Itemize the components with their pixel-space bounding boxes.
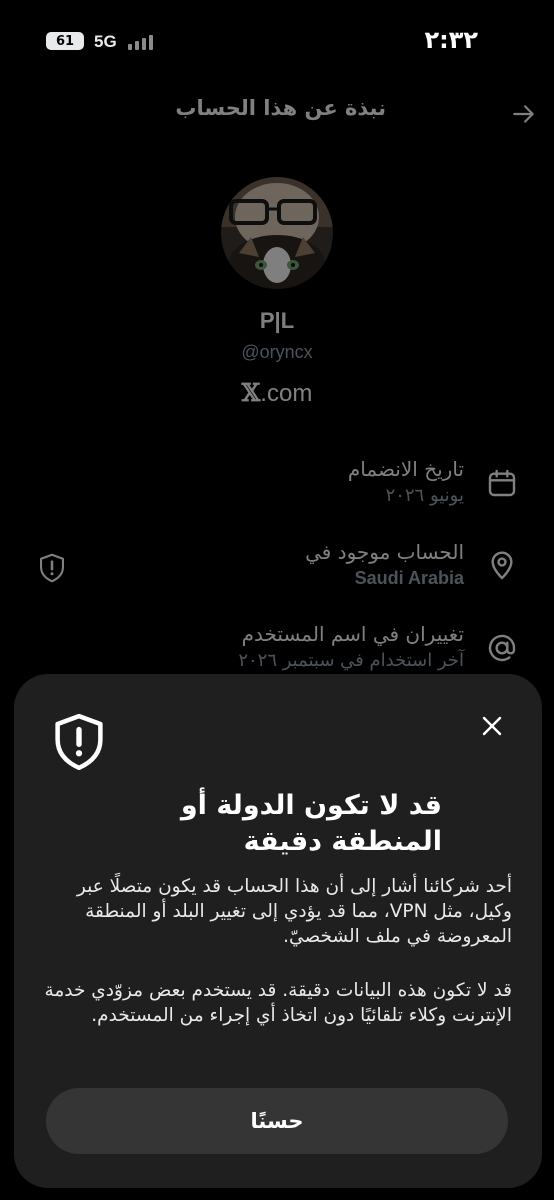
close-button[interactable] [472, 706, 512, 746]
location-value: Saudi Arabia [354, 568, 464, 588]
battery-level: 61 [55, 33, 75, 49]
sheet-paragraph-1: أحد شركائنا أشار إلى أن هذا الحساب قد يك… [76, 876, 512, 947]
status-time: ٢:٣٢ [424, 26, 478, 54]
status-bar: 61 5G ٢:٣٢ [0, 0, 554, 80]
arrow-right-icon [513, 105, 534, 123]
close-icon [482, 716, 502, 736]
joined-label: تاريخ الانضمام [347, 457, 464, 481]
info-row-joined: تاريخ الانضمام يونيو ٢٠٢٦ [0, 455, 554, 525]
page-title: نبذة عن هذا الحساب [175, 96, 386, 120]
username-changes-value: آخر استخدام في سبتمبر ٢٠٢٦ [238, 650, 464, 671]
shield-alert-icon [55, 713, 103, 771]
sheet-paragraph-2: قد لا تكون هذه البيانات دقيقة. قد يستخدم… [44, 980, 512, 1026]
platform-domain: 𝕏.com [0, 378, 554, 408]
network-type: 5G [94, 32, 117, 51]
shield-alert-icon[interactable] [38, 553, 66, 583]
location-label: الحساب موجود في [305, 540, 464, 564]
calendar-icon [488, 469, 516, 497]
region-accuracy-sheet: قد لا تكون الدولة أو المنطقة دقيقة أحد ش… [14, 674, 542, 1188]
domain-suffix: .com [260, 380, 313, 407]
username-handle: @oryncx [241, 342, 313, 362]
joined-value: يونيو ٢٠٢٦ [385, 485, 464, 506]
battery-indicator: 61 [46, 32, 84, 50]
username-changes-label: تغييران في اسم المستخدم [241, 622, 464, 646]
avatar [221, 177, 333, 289]
back-button[interactable] [500, 94, 548, 134]
ok-button[interactable]: حسنًا [46, 1088, 508, 1154]
display-name: P|L [259, 308, 295, 333]
signal-icon [128, 34, 153, 50]
sheet-title: قد لا تكون الدولة أو المنطقة دقيقة [180, 790, 442, 857]
info-row-location: الحساب موجود في Saudi Arabia [0, 538, 554, 608]
at-sign-icon [488, 634, 516, 662]
location-pin-icon [491, 551, 513, 580]
x-logo: 𝕏 [241, 378, 261, 407]
